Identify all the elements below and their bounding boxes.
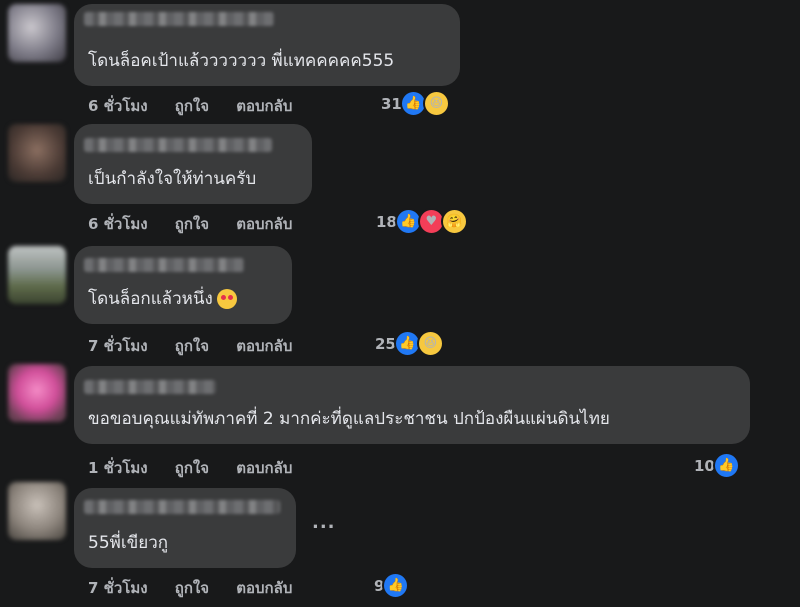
avatar[interactable] (8, 482, 66, 540)
reaction-count: 31 (381, 94, 402, 113)
avatar[interactable] (8, 124, 66, 182)
comment-time[interactable]: 7 ชั่วโมง (88, 579, 148, 597)
avatar[interactable] (8, 246, 66, 304)
comment-actions: 7 ชั่วโมง ถูกใจ ตอบกลับ (88, 576, 314, 600)
comment-text: เป็นกำลังใจให้ท่านครับ (88, 169, 257, 189)
reaction-count: 25 (375, 334, 396, 353)
care-icon: 🤗 (440, 208, 468, 235)
heart-eyes-emoji (216, 289, 237, 309)
author-name-blurred[interactable] (84, 12, 274, 26)
author-name-blurred[interactable] (84, 258, 244, 272)
comment-actions: 6 ชั่วโมง ถูกใจ ตอบกลับ (88, 212, 314, 236)
comment-time[interactable]: 7 ชั่วโมง (88, 337, 148, 355)
like-button[interactable]: ถูกใจ (175, 579, 209, 597)
comment-actions: 1 ชั่วโมง ถูกใจ ตอบกลับ (88, 456, 314, 480)
reply-button[interactable]: ตอบกลับ (236, 215, 292, 233)
comment-bubble: โดนล็อคเป้าแล้ววววววว พี่แทคคคคค555 (74, 4, 460, 86)
like-button[interactable]: ถูกใจ (175, 97, 209, 115)
more-options-button[interactable]: ... (312, 512, 336, 533)
reaction-summary[interactable]: 25 👍 😆 (375, 330, 444, 357)
comment-text-content: โดนล็อกแล้วหนึ่ง (88, 289, 213, 309)
reaction-summary[interactable]: 9 👍 (374, 572, 410, 599)
comment-text: 55พี่เขียวกู (88, 533, 169, 553)
reaction-summary[interactable]: 10 👍 (694, 452, 740, 479)
comment-text: โดนล็อคเป้าแล้ววววววว พี่แทคคคคค555 (88, 51, 395, 71)
comment-time[interactable]: 6 ชั่วโมง (88, 97, 148, 115)
comment-actions: 6 ชั่วโมง ถูกใจ ตอบกลับ (88, 94, 314, 118)
comment-text: โดนล็อกแล้วหนึ่ง (88, 285, 237, 312)
haha-icon: 😆 (416, 330, 444, 357)
reaction-count: 10 (694, 456, 715, 475)
comment-time[interactable]: 1 ชั่วโมง (88, 459, 148, 477)
like-icon: 👍 (382, 572, 410, 599)
reaction-summary[interactable]: 18 👍 ♥ 🤗 (376, 208, 468, 235)
like-button[interactable]: ถูกใจ (175, 459, 209, 477)
author-name-blurred[interactable] (84, 380, 216, 394)
avatar[interactable] (8, 4, 66, 62)
avatar[interactable] (8, 364, 66, 422)
reply-button[interactable]: ตอบกลับ (236, 459, 292, 477)
comment-actions: 7 ชั่วโมง ถูกใจ ตอบกลับ (88, 334, 314, 358)
like-button[interactable]: ถูกใจ (175, 337, 209, 355)
reaction-summary[interactable]: 31 👍 😆 (381, 90, 450, 117)
author-name-blurred[interactable] (84, 500, 280, 514)
reply-button[interactable]: ตอบกลับ (236, 337, 292, 355)
comment-bubble: เป็นกำลังใจให้ท่านครับ (74, 124, 312, 204)
author-name-blurred[interactable] (84, 138, 272, 152)
comment-bubble: 55พี่เขียวกู (74, 488, 296, 568)
comment-bubble: ขอขอบคุณแม่ทัพภาคที่ 2 มากค่ะที่ดูแลประช… (74, 366, 750, 444)
reaction-count: 18 (376, 212, 397, 231)
like-icon: 👍 (712, 452, 740, 479)
comment-text: ขอขอบคุณแม่ทัพภาคที่ 2 มากค่ะที่ดูแลประช… (88, 409, 610, 429)
comment-bubble: โดนล็อกแล้วหนึ่ง (74, 246, 292, 324)
comment-time[interactable]: 6 ชั่วโมง (88, 215, 148, 233)
like-button[interactable]: ถูกใจ (175, 215, 209, 233)
haha-icon: 😆 (422, 90, 450, 117)
reply-button[interactable]: ตอบกลับ (236, 97, 292, 115)
reply-button[interactable]: ตอบกลับ (236, 579, 292, 597)
